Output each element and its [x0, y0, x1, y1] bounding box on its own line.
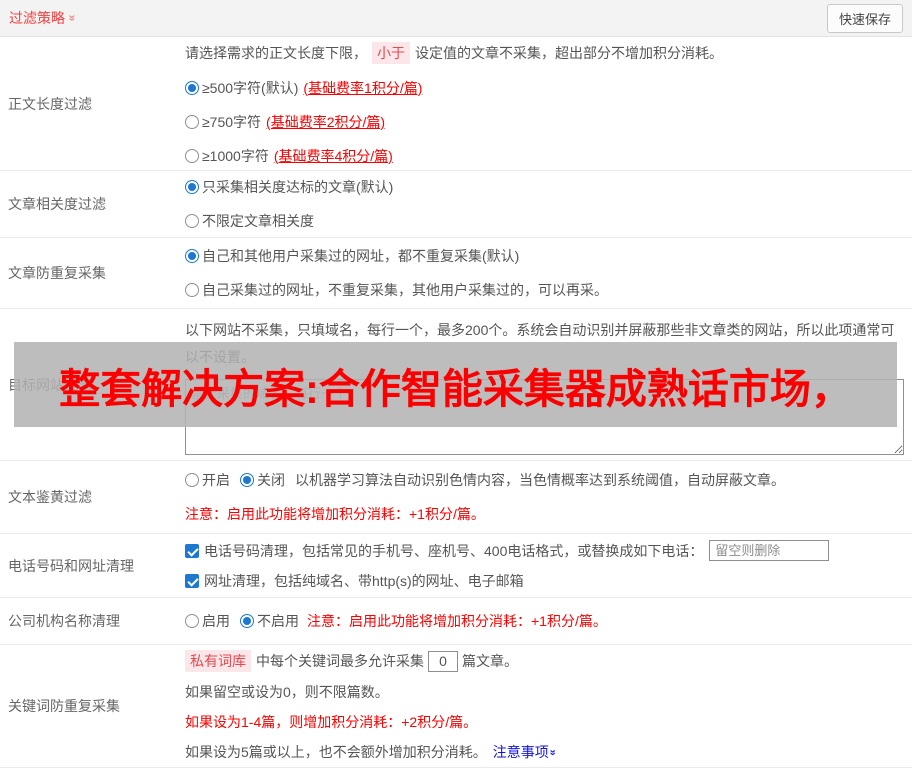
- radio-relevance-strict[interactable]: [185, 180, 199, 194]
- row-label: 电话号码和网址清理: [0, 534, 185, 597]
- quick-save-button[interactable]: 快速保存: [827, 4, 903, 33]
- row-phone-url-clean: 电话号码和网址清理 电话号码清理，包括常见的手机号、座机号、400电话格式，或替…: [0, 534, 912, 598]
- radio-label: 不启用: [257, 611, 299, 631]
- collapse-section-icon[interactable]: »: [66, 15, 78, 22]
- phone-clean-checkbox[interactable]: [185, 544, 199, 558]
- dedup-option-global: 自己和其他用户采集过的网址，都不重复采集(默认): [185, 246, 904, 266]
- private-lexicon-tag: 私有词库: [185, 650, 251, 672]
- row-label: 公司机构名称清理: [0, 598, 185, 644]
- radio-porn-on[interactable]: [185, 473, 199, 487]
- radio-porn-off[interactable]: [240, 473, 254, 487]
- keyword-note-five: 如果设为5篇或以上，也不会额外增加积分消耗。 注意事项 »: [185, 742, 904, 762]
- porn-filter-description: 以机器学习算法自动识别色情内容，当色情概率达到系统阈值，自动屏蔽文章。: [295, 470, 785, 490]
- checkbox-label: 网址清理，包括纯域名、带http(s)的网址、电子邮箱: [204, 571, 524, 591]
- length-option-1000: ≥1000字符 (基础费率4积分/篇): [185, 146, 904, 166]
- radio-500-chars[interactable]: [185, 81, 199, 95]
- row-target-site-filter: 目标网站过滤 以下网站不采集，只填域名，每行一个，最多200个。系统会自动识别并…: [0, 309, 912, 461]
- porn-filter-cost-note: 注意：启用此功能将增加积分消耗：+1积分/篇。: [185, 504, 904, 524]
- keyword-limit-text-end: 篇文章。: [462, 651, 518, 671]
- blocked-domains-textarea[interactable]: [185, 379, 904, 455]
- radio-label: 自己和其他用户采集过的网址，都不重复采集(默认): [202, 246, 519, 266]
- row-keyword-dedup: 关键词防重复采集 私有词库 中每个关键词最多允许采集 篇文章。 如果留空或设为0…: [0, 645, 912, 768]
- radio-label: ≥1000字符: [202, 146, 269, 166]
- page-title[interactable]: 过滤策略 »: [9, 8, 76, 28]
- less-than-tag: 小于: [372, 42, 410, 64]
- porn-filter-options: 开启 关闭 以机器学习算法自动识别色情内容，当色情概率达到系统阈值，自动屏蔽文章…: [185, 470, 904, 490]
- row-label: 关键词防重复采集: [0, 645, 185, 767]
- length-option-500: ≥500字符(默认) (基础费率1积分/篇): [185, 78, 904, 98]
- radio-company-off[interactable]: [240, 614, 254, 628]
- keyword-note-zero: 如果留空或设为0，则不限篇数。: [185, 682, 904, 702]
- relevance-option-any: 不限定文章相关度: [185, 211, 904, 231]
- row-label: 正文长度过滤: [0, 37, 185, 170]
- fee-note: (基础费率1积分/篇): [303, 78, 422, 98]
- row-label: 文章相关度过滤: [0, 171, 185, 237]
- radio-label: 开启: [202, 470, 230, 490]
- chevron-down-icon: »: [546, 749, 557, 755]
- company-clean-cost-note: 注意：启用此功能将增加积分消耗：+1积分/篇。: [307, 611, 607, 631]
- radio-label: 不限定文章相关度: [202, 211, 314, 231]
- notice-link-text: 注意事项: [493, 742, 549, 762]
- replacement-phone-input[interactable]: [709, 540, 829, 561]
- relevance-option-strict: 只采集相关度达标的文章(默认): [185, 177, 904, 197]
- radio-relevance-any[interactable]: [185, 214, 199, 228]
- length-option-750: ≥750字符 (基础费率2积分/篇): [185, 112, 904, 132]
- radio-dedup-global[interactable]: [185, 249, 199, 263]
- target-site-description: 以下网站不采集，只填域名，每行一个，最多200个。系统会自动识别并屏蔽那些非文章…: [185, 317, 904, 371]
- phone-clean-line: 电话号码清理，包括常见的手机号、座机号、400电话格式，或替换成如下电话：: [185, 540, 904, 561]
- notice-link[interactable]: 注意事项 »: [493, 742, 555, 762]
- row-relevance-filter: 文章相关度过滤 只采集相关度达标的文章(默认) 不限定文章相关度: [0, 171, 912, 238]
- filter-strategy-header: 过滤策略 » 快速保存: [0, 0, 912, 37]
- row-dedup-collection: 文章防重复采集 自己和其他用户采集过的网址，都不重复采集(默认) 自己采集过的网…: [0, 238, 912, 309]
- radio-label: 启用: [202, 611, 230, 631]
- row-company-clean: 公司机构名称清理 启用 不启用 注意：启用此功能将增加积分消耗：+1积分/篇。: [0, 598, 912, 645]
- radio-dedup-self[interactable]: [185, 283, 199, 297]
- page-title-text: 过滤策略: [9, 8, 65, 28]
- length-filter-description: 请选择需求的正文长度下限， 小于 设定值的文章不采集，超出部分不增加积分消耗。: [185, 42, 904, 64]
- row-label: 文章防重复采集: [0, 238, 185, 308]
- keyword-limit-text: 中每个关键词最多允许采集: [256, 651, 424, 671]
- radio-750-chars[interactable]: [185, 115, 199, 129]
- keyword-limit-input[interactable]: [428, 651, 458, 672]
- desc-text: 设定值的文章不采集，超出部分不增加积分消耗。: [415, 43, 723, 63]
- radio-label: 关闭: [257, 470, 285, 490]
- company-clean-options: 启用 不启用 注意：启用此功能将增加积分消耗：+1积分/篇。: [185, 611, 904, 631]
- row-body-length-filter: 正文长度过滤 请选择需求的正文长度下限， 小于 设定值的文章不采集，超出部分不增…: [0, 37, 912, 171]
- row-label: 文本鉴黄过滤: [0, 461, 185, 533]
- radio-label: ≥500字符(默认): [202, 78, 298, 98]
- keyword-limit-line: 私有词库 中每个关键词最多允许采集 篇文章。: [185, 650, 904, 672]
- checkbox-label: 电话号码清理，包括常见的手机号、座机号、400电话格式，或替换成如下电话：: [204, 541, 703, 561]
- radio-1000-chars[interactable]: [185, 149, 199, 163]
- desc-text: 请选择需求的正文长度下限，: [185, 43, 367, 63]
- radio-label: ≥750字符: [202, 112, 261, 132]
- keyword-note-cost: 如果设为1-4篇，则增加积分消耗：+2积分/篇。: [185, 712, 904, 732]
- url-clean-checkbox[interactable]: [185, 574, 199, 588]
- row-label: 目标网站过滤: [0, 309, 185, 460]
- url-clean-line: 网址清理，包括纯域名、带http(s)的网址、电子邮箱: [185, 571, 904, 591]
- fee-note: (基础费率2积分/篇): [266, 112, 385, 132]
- fee-note: (基础费率4积分/篇): [274, 146, 393, 166]
- keyword-note-five-text: 如果设为5篇或以上，也不会额外增加积分消耗。: [185, 742, 487, 762]
- row-porn-filter: 文本鉴黄过滤 开启 关闭 以机器学习算法自动识别色情内容，当色情概率达到系统阈值…: [0, 461, 912, 534]
- dedup-option-self: 自己采集过的网址，不重复采集，其他用户采集过的，可以再采。: [185, 280, 904, 300]
- radio-label: 自己采集过的网址，不重复采集，其他用户采集过的，可以再采。: [202, 280, 608, 300]
- radio-company-on[interactable]: [185, 614, 199, 628]
- radio-label: 只采集相关度达标的文章(默认): [202, 177, 393, 197]
